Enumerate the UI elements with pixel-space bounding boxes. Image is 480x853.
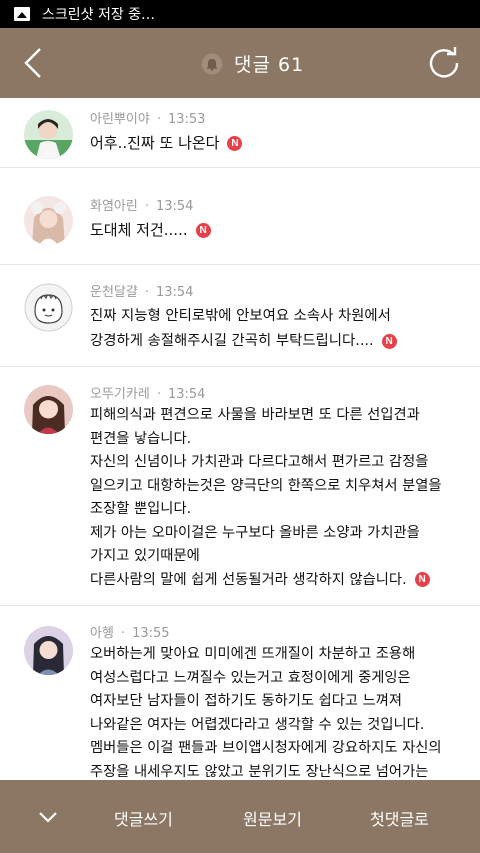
comment-time: 13:53 xyxy=(167,112,206,127)
author-name[interactable]: 오뚜기카레 xyxy=(90,387,150,402)
comment-time: 13:54 xyxy=(155,199,194,214)
comment-item: 운천달걀 · 13:54 진짜 지능형 안티로밖에 안보여요 소속사 차원에서 강경… xyxy=(0,265,480,367)
comment-meta: 운천달걀 · 13:54 xyxy=(90,285,194,300)
author-name[interactable]: 아혱 xyxy=(90,626,114,641)
comment-item: 화염아린 · 13:54 도대체 저건..... N xyxy=(0,168,480,265)
comment-item: 오뚜기카레 · 13:54 피해의식과 편견으로 사물을 바라보면 또 다른 선입견… xyxy=(0,367,480,606)
author-name[interactable]: 화염아린 xyxy=(90,199,138,214)
new-badge: N xyxy=(195,223,211,238)
status-bar: 스크린샷 저장 중… xyxy=(0,0,480,28)
comment-meta: 화염아린 · 13:54 xyxy=(90,199,194,214)
comment-meta: 아혱 · 13:55 xyxy=(90,626,170,641)
comment-meta: 아린뿌이야·13:53 xyxy=(90,112,206,127)
chevron-down-icon[interactable] xyxy=(38,810,58,824)
page-title: 댓글 61 xyxy=(234,54,305,76)
header-bar: 댓글 61 xyxy=(0,28,480,98)
new-badge: N xyxy=(227,136,243,151)
avatar[interactable] xyxy=(24,626,73,675)
avatar[interactable] xyxy=(24,385,73,434)
avatar[interactable] xyxy=(24,196,73,245)
back-arrow-icon[interactable] xyxy=(18,44,52,82)
comment-item: 아혱 · 13:55 오버하는게 맞아요 미미에겐 뜨개질이 차분하고 조용해 여성… xyxy=(0,606,480,780)
comment-time: 13:54 xyxy=(155,285,194,300)
view-original-button[interactable]: 원문보기 xyxy=(243,806,302,830)
comment-text: 오버하는게 맞아요 미미에겐 뜨개질이 차분하고 조용해 여성스럽다고 느껴질수… xyxy=(90,646,442,780)
refresh-icon[interactable] xyxy=(426,45,462,81)
bottom-toolbar: 댓글쓰기 원문보기 첫댓글로 xyxy=(0,780,480,853)
comment-list[interactable]: 아린뿌이야 · 13:53 어후..진짜 또 나온다 N 화염아린 · 13:54 도대체… xyxy=(0,98,480,780)
comment-item: 아린뿌이야·13:53 어후..진짜 또 나온다N xyxy=(0,98,480,168)
status-text: 스크린샷 저장 중… xyxy=(42,7,156,23)
write-comment-button[interactable]: 댓글쓰기 xyxy=(114,806,173,830)
bell-icon[interactable] xyxy=(201,53,223,75)
comment-text: 도대체 저건..... N xyxy=(90,219,211,240)
new-badge: N xyxy=(381,333,397,349)
author-name[interactable]: 아린뿌이야 xyxy=(90,112,150,127)
comment-time: 13:54 xyxy=(167,387,206,402)
avatar[interactable] xyxy=(24,283,73,332)
avatar[interactable] xyxy=(24,110,73,159)
new-badge: N xyxy=(414,572,430,587)
screenshot-icon xyxy=(14,7,30,21)
comment-text: 진짜 지능형 안티로밖에 안보여요 소속사 차원에서 강경하게 송절해주시길 간… xyxy=(90,304,397,354)
comment-time: 13:55 xyxy=(132,626,170,641)
comment-meta: 오뚜기카레 · 13:54 xyxy=(90,387,206,402)
comment-text: 어후..진짜 또 나온다N xyxy=(90,132,243,153)
comment-text: 피해의식과 편견으로 사물을 바라보면 또 다른 선입견과 편견을 낳습니다. … xyxy=(90,407,442,588)
author-name[interactable]: 운천달걀 xyxy=(90,285,138,300)
first-comment-button[interactable]: 첫댓글로 xyxy=(370,806,429,830)
